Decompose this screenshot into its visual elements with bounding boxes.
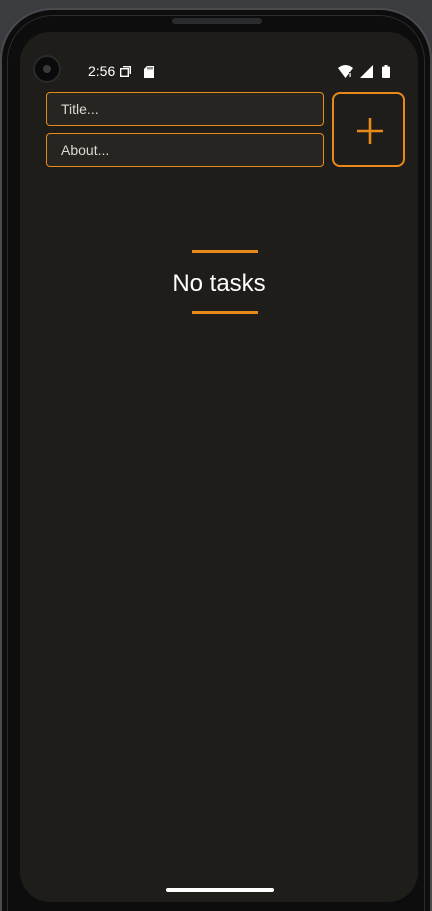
title-input[interactable] bbox=[46, 92, 324, 126]
status-time: 2:56 bbox=[88, 63, 116, 79]
battery-icon bbox=[382, 65, 390, 78]
copy-icon bbox=[120, 66, 131, 77]
about-input[interactable] bbox=[46, 133, 324, 167]
wifi-icon bbox=[338, 65, 354, 78]
signal-icon bbox=[359, 65, 373, 78]
app-screen: 2:56 Title... About... No tasks bbox=[20, 32, 418, 902]
sd-card-icon bbox=[144, 66, 154, 78]
status-icons-right bbox=[338, 65, 390, 79]
speaker-grille bbox=[172, 18, 262, 24]
phone-frame: 2:56 Title... About... No tasks bbox=[0, 8, 432, 911]
status-bar: 2:56 bbox=[20, 62, 418, 82]
plus-icon bbox=[357, 118, 383, 144]
home-indicator[interactable] bbox=[166, 888, 274, 892]
divider-bottom bbox=[192, 311, 258, 314]
divider-top bbox=[192, 250, 258, 253]
add-task-button[interactable] bbox=[332, 92, 405, 167]
empty-state-text: No tasks bbox=[172, 270, 266, 297]
